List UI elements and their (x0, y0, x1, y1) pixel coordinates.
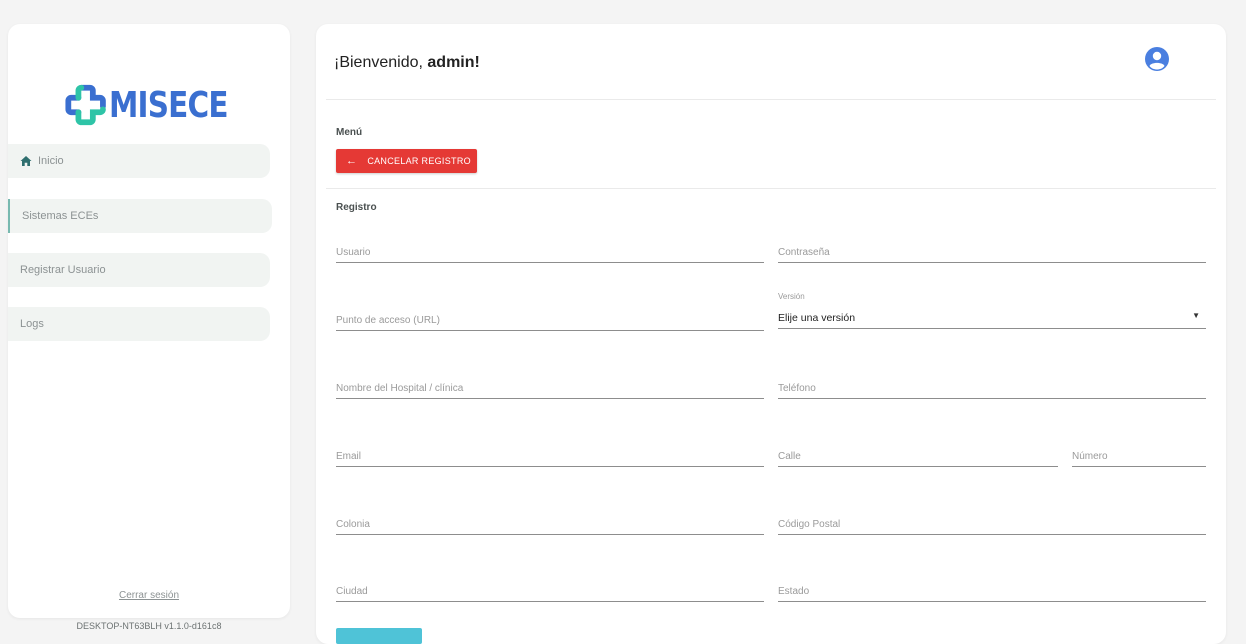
sidebar-item-logs[interactable]: Logs (8, 307, 270, 341)
contrasena-input[interactable] (778, 247, 1206, 264)
cancel-button-label: CANCELAR REGISTRO (367, 156, 471, 166)
sidebar-item-label: Sistemas ECEs (22, 210, 99, 222)
version-select[interactable]: Elije una versión ▼ (778, 308, 1206, 329)
username: admin! (427, 54, 480, 71)
usuario-input[interactable] (336, 247, 764, 264)
codigo-postal-input[interactable] (778, 519, 1206, 536)
sidebar-item-label: Registrar Usuario (20, 264, 106, 276)
codigo-postal-field[interactable] (778, 514, 1206, 536)
cancel-registration-button[interactable]: ← CANCELAR REGISTRO (336, 149, 477, 173)
menu-title: Menú (336, 127, 363, 138)
estado-field[interactable] (778, 581, 1206, 603)
sidebar: MISECE Inicio Sistemas ECEs Registrar Us… (8, 24, 290, 631)
version-label: Versión (778, 292, 805, 301)
email-input[interactable] (336, 451, 764, 468)
home-icon (20, 156, 32, 166)
telefono-input[interactable] (778, 383, 1206, 400)
punto-acceso-input[interactable] (336, 315, 764, 332)
hospital-field[interactable] (336, 378, 764, 400)
hospital-input[interactable] (336, 383, 764, 400)
header-divider (326, 99, 1216, 100)
ciudad-field[interactable] (336, 581, 764, 603)
arrow-left-icon: ← (346, 155, 358, 167)
numero-input[interactable] (1072, 451, 1206, 468)
calle-field[interactable] (778, 446, 1058, 468)
contrasena-field[interactable] (778, 242, 1206, 264)
colonia-input[interactable] (336, 519, 764, 536)
welcome-heading: ¡Bienvenido, admin! (334, 54, 480, 72)
main-panel: ¡Bienvenido, admin! Menú ← CANCELAR REGI… (316, 24, 1226, 644)
colonia-field[interactable] (336, 514, 764, 536)
estado-input[interactable] (778, 586, 1206, 603)
misece-logo: MISECE (64, 74, 254, 136)
sidebar-item-registrar-usuario[interactable]: Registrar Usuario (8, 253, 270, 287)
user-circle-icon[interactable] (1144, 46, 1170, 72)
medical-cross-icon (65, 84, 106, 126)
email-field[interactable] (336, 446, 764, 468)
registro-title: Registro (336, 202, 377, 213)
punto-acceso-field[interactable] (336, 310, 764, 332)
sidebar-item-label: Logs (20, 318, 44, 330)
sidebar-item-label: Inicio (38, 155, 64, 167)
brand-name: MISECE (109, 84, 229, 126)
submit-button[interactable] (336, 628, 422, 644)
menu-divider (326, 188, 1216, 189)
sidebar-item-sistemas-eces[interactable]: Sistemas ECEs (8, 199, 272, 233)
telefono-field[interactable] (778, 378, 1206, 400)
greeting-text: ¡Bienvenido, (334, 54, 428, 71)
sidebar-item-inicio[interactable]: Inicio (8, 144, 270, 178)
version-selected-value: Elije una versión (778, 312, 856, 324)
usuario-field[interactable] (336, 242, 764, 264)
logout-link[interactable]: Cerrar sesión (8, 590, 290, 601)
calle-input[interactable] (778, 451, 1058, 468)
numero-field[interactable] (1072, 446, 1206, 468)
caret-down-icon: ▼ (1192, 311, 1200, 320)
ciudad-input[interactable] (336, 586, 764, 603)
